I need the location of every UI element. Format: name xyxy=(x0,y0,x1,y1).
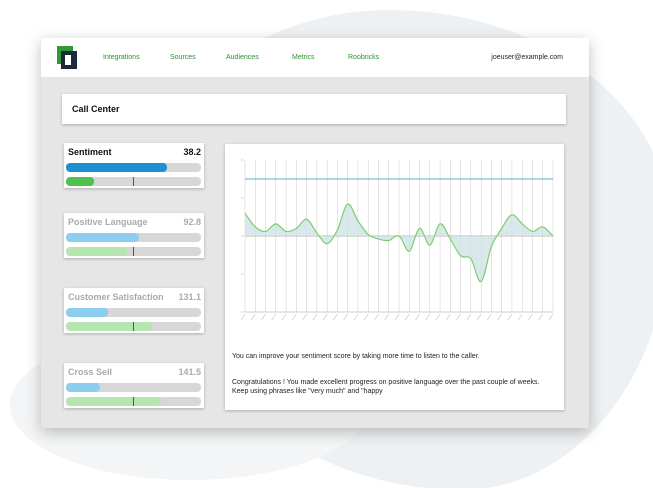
page-title: Call Center xyxy=(72,104,120,114)
metric-name: Sentiment xyxy=(68,147,112,157)
x-tick xyxy=(363,313,369,321)
metric-value: 38.2 xyxy=(183,147,201,157)
metric-value: 92.8 xyxy=(183,217,201,227)
x-tick xyxy=(405,313,410,321)
x-tick xyxy=(292,313,297,321)
x-tick xyxy=(343,313,348,321)
metric-bar-primary xyxy=(66,383,201,392)
x-tick xyxy=(261,313,266,321)
metric-bar-secondary xyxy=(66,177,201,186)
x-tick xyxy=(240,313,246,321)
metric-bar-primary xyxy=(66,233,201,242)
app-window: Integrations Sources Audiences Metrics R… xyxy=(41,38,589,428)
page-title-bar: Call Center xyxy=(62,94,566,124)
x-tick xyxy=(507,313,513,321)
chart-panel: You can improve your sentiment score by … xyxy=(225,144,564,410)
x-tick xyxy=(497,313,502,321)
x-tick xyxy=(487,313,492,321)
x-tick xyxy=(394,313,400,321)
metric-card[interactable]: Customer Satisfaction 131.1 xyxy=(64,288,204,333)
x-tick xyxy=(466,313,472,321)
x-tick xyxy=(384,313,389,321)
x-tick xyxy=(548,313,554,321)
metric-bar-primary xyxy=(66,308,201,317)
metric-card[interactable]: Positive Language 92.8 xyxy=(64,213,204,258)
metric-name: Customer Satisfaction xyxy=(68,292,164,302)
metric-name: Cross Sell xyxy=(68,367,113,377)
metric-value: 131.1 xyxy=(178,292,201,302)
insight-text: You can improve your sentiment score by … xyxy=(232,353,480,360)
x-tick xyxy=(456,313,461,321)
metric-name: Positive Language xyxy=(68,217,148,227)
x-tick xyxy=(476,313,482,321)
x-tick xyxy=(312,313,318,321)
user-email[interactable]: joeuser@example.com xyxy=(491,38,563,77)
x-tick xyxy=(322,313,328,321)
x-tick xyxy=(333,313,338,321)
x-tick xyxy=(353,313,359,321)
x-tick xyxy=(271,313,277,321)
nav-sources[interactable]: Sources xyxy=(170,38,196,77)
nav-integrations[interactable]: Integrations xyxy=(103,38,140,77)
metric-value: 141.5 xyxy=(178,367,201,377)
sentiment-chart xyxy=(240,159,554,321)
metric-bar-primary xyxy=(66,163,201,172)
x-tick xyxy=(374,313,379,321)
insight-text: Congratulations ! You made excellent pro… xyxy=(232,379,540,395)
metric-card[interactable]: Cross Sell 141.5 xyxy=(64,363,204,408)
x-tick xyxy=(281,313,287,321)
x-tick xyxy=(528,313,533,321)
top-nav-bar: Integrations Sources Audiences Metrics R… xyxy=(41,38,589,77)
nav-audiences[interactable]: Audiences xyxy=(226,38,259,77)
x-tick xyxy=(251,313,256,321)
x-tick xyxy=(302,313,307,321)
metric-bar-secondary xyxy=(66,247,201,256)
logo-icon[interactable] xyxy=(57,46,77,69)
metric-bar-secondary xyxy=(66,322,201,331)
x-tick xyxy=(446,313,451,321)
x-tick xyxy=(517,313,523,321)
nav-roobricks[interactable]: Roobricks xyxy=(348,38,379,77)
x-tick xyxy=(425,313,431,321)
x-tick xyxy=(435,313,441,321)
nav-metrics[interactable]: Metrics xyxy=(292,38,315,77)
x-tick xyxy=(415,313,420,321)
metric-card[interactable]: Sentiment 38.2 xyxy=(64,143,204,188)
metric-bar-secondary xyxy=(66,397,201,406)
x-tick xyxy=(538,313,543,321)
